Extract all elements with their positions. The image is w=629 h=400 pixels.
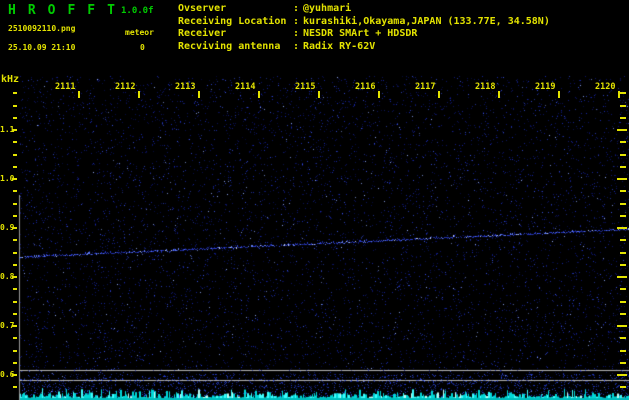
y-major-tick-right — [617, 227, 627, 229]
y-minor-tick-left — [13, 203, 17, 205]
y-minor-tick-right — [620, 141, 626, 143]
y-minor-tick-right — [620, 337, 626, 339]
hrofft-window: HROFFT 1.0.0f 2510092110.png meteor 25.1… — [0, 0, 629, 400]
y-major-tick-right — [617, 178, 627, 180]
y-minor-tick-right — [620, 301, 626, 303]
y-minor-tick-left — [13, 301, 17, 303]
y-minor-tick-left — [13, 337, 17, 339]
y-minor-tick-left — [13, 190, 17, 192]
info-value: kurashiki,Okayama,JAPAN (133.77E, 34.58N… — [303, 15, 550, 27]
x-tick-mark — [438, 91, 440, 98]
event-count: 0 — [140, 43, 145, 52]
station-info: Ovserver: @yuhmari Receiving Location: kur… — [178, 3, 550, 53]
y-minor-tick-right — [620, 166, 626, 168]
y-minor-tick-right — [620, 350, 626, 352]
x-tick-mark — [498, 91, 500, 98]
app-title: HROFFT — [8, 3, 127, 18]
y-tick-label-0.6: 0.6 — [0, 370, 15, 379]
info-value: @yuhmari — [303, 3, 352, 14]
y-minor-tick-right — [620, 386, 626, 388]
y-minor-tick-right — [620, 117, 626, 119]
info-colon: : — [293, 15, 300, 27]
info-label: Receiving Location — [178, 15, 287, 27]
y-minor-tick-left — [13, 264, 17, 266]
datetime-label: 25.10.09 21:10 — [8, 43, 76, 52]
y-tick-label-1.0: 1.0 — [0, 174, 15, 183]
y-minor-tick-left — [13, 92, 17, 94]
y-minor-tick-left — [13, 105, 17, 107]
y-major-tick-right — [617, 325, 627, 327]
y-minor-tick-right — [620, 252, 626, 254]
y-minor-tick-right — [620, 203, 626, 205]
y-minor-tick-left — [13, 154, 17, 156]
y-tick-label-0.8: 0.8 — [0, 272, 15, 281]
mode-label: meteor — [125, 28, 154, 37]
y-minor-tick-left — [13, 350, 17, 352]
info-colon: : — [293, 28, 300, 40]
info-row-antenna: Recviving antenna: Radix RY-62V — [178, 41, 550, 54]
y-tick-label-1.1: 1.1 — [0, 125, 15, 134]
x-tick-mark — [558, 91, 560, 98]
y-minor-tick-right — [620, 92, 626, 94]
y-minor-tick-right — [620, 313, 626, 315]
y-minor-tick-left — [13, 117, 17, 119]
y-minor-tick-left — [13, 386, 17, 388]
info-colon: : — [293, 40, 300, 52]
info-row-location: Receiving Location: kurashiki,Okayama,JAP… — [178, 16, 550, 29]
info-label: Ovserver — [178, 3, 227, 14]
x-tick-mark — [378, 91, 380, 98]
y-major-tick-right — [617, 276, 627, 278]
y-minor-tick-left — [13, 215, 17, 217]
info-value: NESDR SMArt + HDSDR — [303, 28, 418, 40]
y-minor-tick-left — [13, 288, 17, 290]
x-tick-mark — [138, 91, 140, 98]
info-row-receiver: Receiver: NESDR SMArt + HDSDR — [178, 28, 550, 41]
y-minor-tick-right — [620, 154, 626, 156]
y-minor-tick-left — [13, 239, 17, 241]
y-minor-tick-left — [13, 252, 17, 254]
y-minor-tick-right — [620, 264, 626, 266]
app-version: 1.0.0f — [121, 6, 154, 16]
y-minor-tick-right — [620, 215, 626, 217]
y-minor-tick-right — [620, 362, 626, 364]
y-tick-label-0.7: 0.7 — [0, 321, 15, 330]
y-major-tick-right — [617, 374, 627, 376]
info-value: Radix RY-62V — [303, 40, 376, 52]
y-minor-tick-left — [13, 313, 17, 315]
x-tick-mark — [198, 91, 200, 98]
y-major-tick-right — [617, 129, 627, 131]
output-filename: 2510092110.png — [8, 24, 76, 33]
y-minor-tick-left — [13, 141, 17, 143]
y-minor-tick-right — [620, 239, 626, 241]
y-axis-unit-label: kHz — [1, 74, 20, 85]
y-tick-label-0.9: 0.9 — [0, 223, 15, 232]
info-colon: : — [293, 3, 300, 14]
y-minor-tick-left — [13, 166, 17, 168]
x-tick-mark — [78, 91, 80, 98]
x-tick-mark — [318, 91, 320, 98]
spectrogram-canvas — [0, 0, 629, 400]
x-tick-mark — [258, 91, 260, 98]
info-label: Receiver — [178, 28, 227, 40]
y-minor-tick-right — [620, 288, 626, 290]
y-minor-tick-right — [620, 190, 626, 192]
info-label: Recviving antenna — [178, 40, 281, 52]
info-row-observer: Ovserver: @yuhmari — [178, 3, 550, 16]
y-minor-tick-right — [620, 105, 626, 107]
y-minor-tick-left — [13, 362, 17, 364]
